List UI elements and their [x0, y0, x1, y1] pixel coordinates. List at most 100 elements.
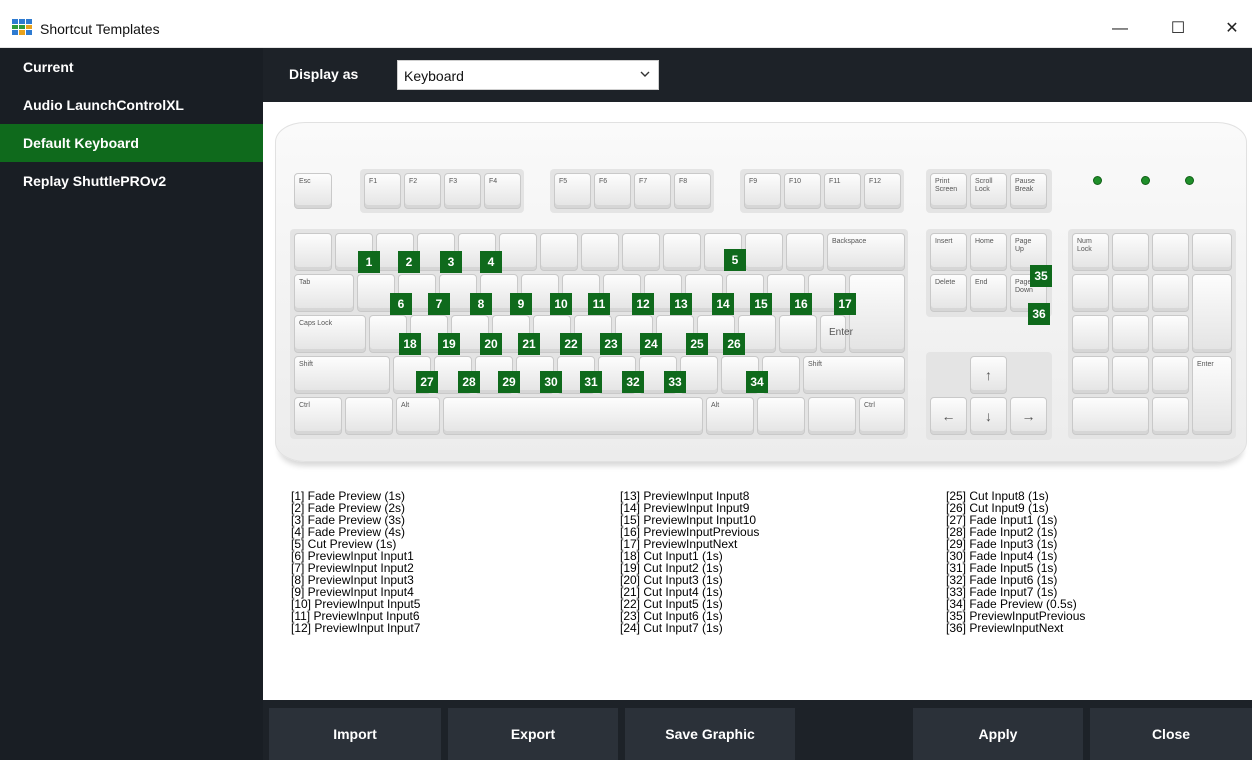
key-7 — [581, 233, 619, 271]
key-num-8 — [1112, 274, 1149, 312]
key-left-shift: Shift — [294, 356, 390, 394]
shortcut-badge: 28 — [458, 371, 480, 393]
key-right-shift: Shift — [803, 356, 905, 394]
sidebar-item-audio-launchcontrolxl[interactable]: Audio LaunchControlXL — [0, 86, 263, 124]
shortcut-badge: 7 — [428, 293, 450, 315]
key-pause-break: Pause Break — [1010, 173, 1047, 209]
key-num-enter: Enter — [1192, 356, 1232, 435]
shortcut-badge: 13 — [670, 293, 692, 315]
legend-column-3: [25] Cut Input8 (1s) [26] Cut Input9 (1s… — [946, 490, 1085, 634]
key-num-decimal — [1152, 397, 1189, 435]
key-f6: F6 — [594, 173, 631, 209]
key-8 — [622, 233, 660, 271]
key-minus — [745, 233, 783, 271]
legend-item: [12] PreviewInput Input7 — [291, 621, 421, 635]
maximize-button[interactable]: ☐ — [1158, 14, 1198, 44]
key-label: F5 — [559, 178, 568, 185]
shortcut-badge: 4 — [480, 251, 502, 273]
key-f1: F1 — [364, 173, 401, 209]
key-label: Ctrl — [864, 402, 875, 409]
key-label: Enter — [1197, 361, 1214, 368]
key-arrow-up: ↑ — [970, 356, 1007, 394]
key-label: Alt — [711, 402, 720, 409]
key-6 — [540, 233, 578, 271]
key-right-win — [757, 397, 805, 435]
key-label: Shift — [299, 361, 314, 368]
chevron-down-icon — [640, 71, 650, 77]
shortcut-badge: 20 — [480, 333, 502, 355]
key-label: Backspace — [832, 238, 867, 245]
shortcut-badge: 3 — [440, 251, 462, 273]
close-button[interactable]: Close — [1090, 708, 1252, 760]
legend-item: [24] Cut Input7 (1s) — [620, 621, 723, 635]
key-arrow-down: ↓ — [970, 397, 1007, 435]
key-f3: F3 — [444, 173, 481, 209]
shortcut-badge: 19 — [438, 333, 460, 355]
key-num-9 — [1152, 274, 1189, 312]
key-space — [443, 397, 703, 435]
shortcut-badge: 23 — [600, 333, 622, 355]
key-f2: F2 — [404, 173, 441, 209]
key-label: Shift — [808, 361, 823, 368]
key-home: Home — [970, 233, 1007, 271]
key-num-multiply — [1152, 233, 1189, 271]
sidebar-item-replay-shuttleprov2[interactable]: Replay ShuttlePROv2 — [0, 162, 263, 200]
key-label: Alt — [401, 402, 410, 409]
shortcut-badge: 5 — [724, 249, 746, 271]
display-as-value: Keyboard — [404, 68, 464, 84]
shortcut-badge: 30 — [540, 371, 562, 393]
export-button[interactable]: Export — [448, 708, 618, 760]
key-9 — [663, 233, 701, 271]
footer-bar: Import Export Save Graphic Apply Close — [263, 700, 1252, 760]
key-label: Scroll Lock — [975, 178, 993, 193]
key-f5: F5 — [554, 173, 591, 209]
shortcut-badge: 27 — [416, 371, 438, 393]
title-bar: Shortcut Templates — ☐ ✕ — [0, 0, 1252, 48]
key-label: Tab — [299, 279, 311, 286]
display-toolbar: Display as Keyboard — [263, 48, 1252, 102]
key-label: Page Up — [1015, 238, 1032, 253]
shortcut-badge: 34 — [746, 371, 768, 393]
key-label: F7 — [639, 178, 648, 185]
shortcut-badge: 2 — [398, 251, 420, 273]
key-label: F10 — [789, 178, 802, 185]
apply-button[interactable]: Apply — [913, 708, 1083, 760]
key-num-0 — [1072, 397, 1149, 435]
key-arrow-right: → — [1010, 397, 1047, 435]
close-window-button[interactable]: ✕ — [1212, 14, 1252, 44]
sidebar-item-default-keyboard[interactable]: Default Keyboard — [0, 124, 263, 162]
keyboard-graphic: Esc F1 F2 F3 F4 F5 F6 F7 F8 F9 F10 F11 F… — [275, 122, 1247, 462]
key-end: End — [970, 274, 1007, 312]
key-label: F4 — [489, 178, 498, 185]
key-label: Esc — [299, 178, 311, 185]
shortcut-badge: 35 — [1030, 265, 1052, 287]
key-label: F3 — [449, 178, 458, 185]
shortcut-badge: 15 — [750, 293, 772, 315]
shortcut-badge: 36 — [1028, 303, 1050, 325]
key-left-alt: Alt — [396, 397, 440, 435]
minimize-button[interactable]: — — [1100, 14, 1140, 44]
shortcut-badge: 1 — [358, 251, 380, 273]
shortcut-badge: 12 — [632, 293, 654, 315]
key-label: Home — [975, 238, 994, 245]
shortcut-badge: 14 — [712, 293, 734, 315]
shortcut-badge: 6 — [390, 293, 412, 315]
enter-label: Enter — [829, 327, 853, 338]
import-button[interactable]: Import — [269, 708, 441, 760]
key-left-win — [345, 397, 393, 435]
save-graphic-button[interactable]: Save Graphic — [625, 708, 795, 760]
sidebar-item-current[interactable]: Current — [0, 48, 263, 86]
display-as-select[interactable]: Keyboard — [397, 60, 659, 90]
shortcut-badge: 26 — [723, 333, 745, 355]
key-arrow-left: ← — [930, 397, 967, 435]
key-label: F9 — [749, 178, 758, 185]
shortcut-badge: 32 — [622, 371, 644, 393]
key-tab: Tab — [294, 274, 354, 312]
key-label: End — [975, 279, 988, 286]
key-label: Num Lock — [1077, 238, 1092, 253]
caps-lock-led — [1142, 177, 1149, 184]
key-print-screen: Print Screen — [930, 173, 967, 209]
key-equals — [786, 233, 824, 271]
legend-item: [36] PreviewInputNext — [946, 621, 1064, 635]
key-left-ctrl: Ctrl — [294, 397, 342, 435]
